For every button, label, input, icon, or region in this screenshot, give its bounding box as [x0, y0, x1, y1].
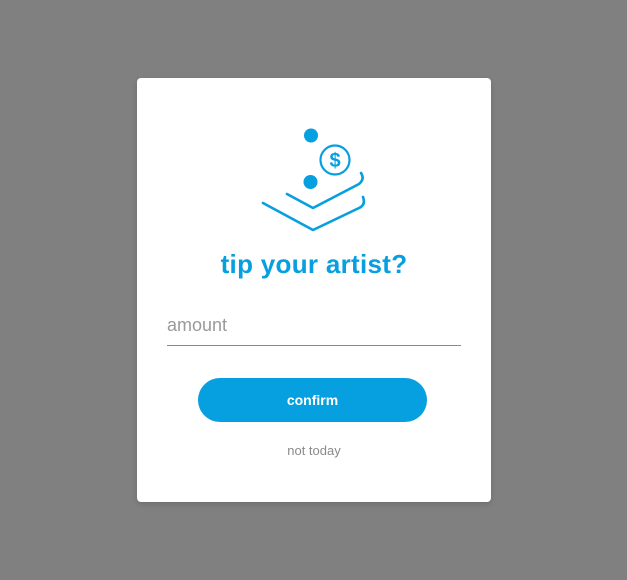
not-today-link[interactable]: not today: [137, 443, 491, 458]
tip-dialog: $ tip your artist? confirm not today: [137, 78, 491, 502]
hand-lower-stroke: [261, 195, 366, 232]
dialog-title: tip your artist?: [220, 249, 408, 279]
hand-with-coin-icon: $: [261, 128, 366, 232]
confirm-button[interactable]: confirm: [198, 378, 427, 422]
hand-upper-stroke: [285, 171, 364, 210]
coin-dollar-sign: $: [329, 150, 340, 172]
dot-top: [304, 128, 318, 143]
dot-bottom: [303, 175, 318, 189]
amount-input[interactable]: [167, 306, 461, 346]
